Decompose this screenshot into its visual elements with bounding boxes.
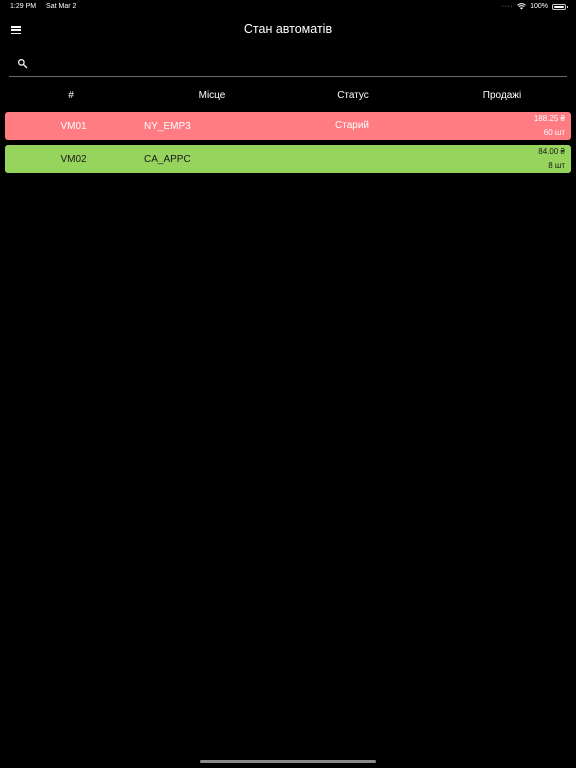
table-row-vm01[interactable]: VM01 NY_EMP3 Старий 188.25 ₴ 60 шт — [5, 112, 571, 140]
status-time: 1:29 PM — [10, 3, 37, 10]
navigation-bar: Стан автоматів — [0, 14, 576, 46]
home-indicator[interactable] — [200, 760, 376, 763]
row-machine-id: VM02 — [60, 154, 87, 165]
screen: 1:29 PM Sat Mar 2 ···· 100% Стан автомат… — [0, 0, 576, 768]
row-sales-amount: 188.25 ₴ — [533, 114, 565, 123]
wifi-icon — [517, 3, 526, 10]
column-header-place[interactable]: Місце — [155, 90, 269, 101]
row-machine-id: VM01 — [60, 121, 87, 132]
battery-percent: 100% — [530, 3, 548, 10]
table-row-vm02[interactable]: VM02 CA_APPC 84.00 ₴ 8 шт — [5, 145, 571, 173]
search-bar[interactable] — [9, 52, 567, 77]
row-place: CA_APPC — [144, 154, 191, 165]
row-place: NY_EMP3 — [144, 121, 191, 132]
column-header-status[interactable]: Статус — [269, 90, 437, 101]
status-bar: 1:29 PM Sat Mar 2 ···· 100% — [0, 0, 576, 14]
row-status: Старий — [335, 120, 369, 131]
row-sales-amount: 84.00 ₴ — [538, 147, 565, 156]
status-date: Sat Mar 2 — [46, 3, 77, 10]
battery-tip — [567, 5, 568, 8]
search-icon — [18, 59, 28, 69]
column-header-number[interactable]: # — [5, 90, 137, 101]
multitasking-dots: ···· — [501, 3, 514, 10]
table-header: # Місце Статус Продажі — [5, 90, 571, 106]
battery-level — [554, 5, 564, 8]
column-header-sales[interactable]: Продажі — [437, 90, 567, 101]
search-input[interactable] — [35, 54, 559, 76]
row-sales-count: 8 шт — [548, 161, 565, 170]
row-sales-count: 60 шт — [543, 128, 565, 137]
status-time-date: 1:29 PM Sat Mar 2 — [10, 3, 76, 10]
status-indicators: ···· 100% — [501, 3, 568, 10]
battery-icon — [552, 3, 568, 10]
page-title: Стан автоматів — [243, 22, 333, 36]
